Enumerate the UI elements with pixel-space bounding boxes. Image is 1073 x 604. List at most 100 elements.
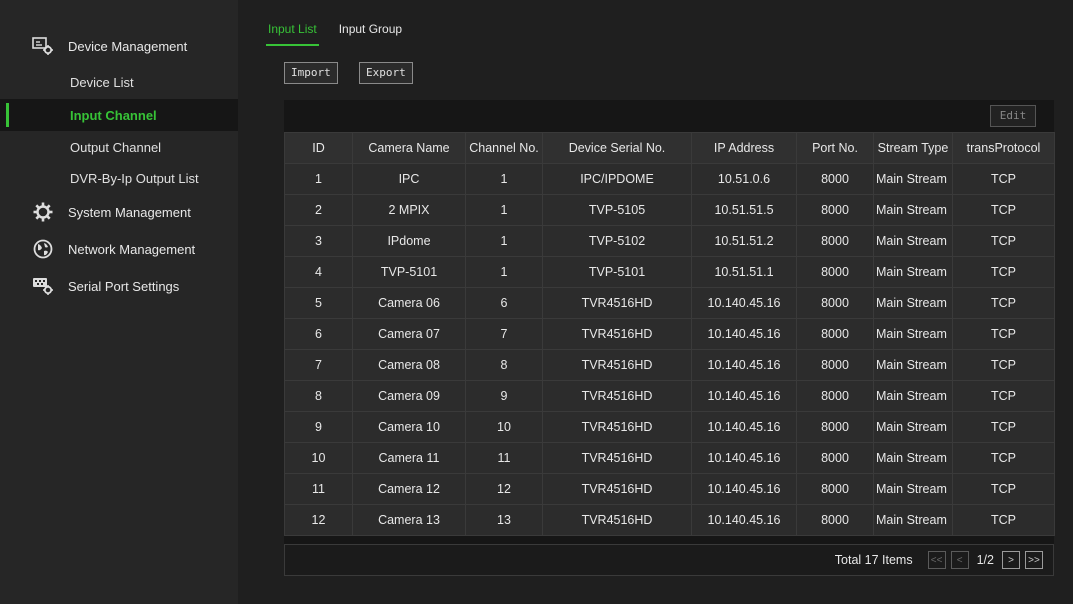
cell-trans-protocol: TCP bbox=[952, 349, 1055, 381]
cell-ip-address: 10.51.51.1 bbox=[691, 256, 797, 288]
cell-device-serial-no: TVR4516HD bbox=[542, 318, 692, 350]
cell-device-serial-no: TVR4516HD bbox=[542, 504, 692, 536]
tab-input-group[interactable]: Input Group bbox=[337, 22, 404, 46]
column-header-ip-address: IP Address bbox=[691, 132, 797, 164]
cell-port-no: 8000 bbox=[796, 318, 874, 350]
cell-channel-no: 1 bbox=[465, 256, 543, 288]
sidebar-group-label: Network Management bbox=[68, 241, 196, 257]
cell-id: 3 bbox=[284, 225, 353, 257]
input-list-panel: Edit ID Camera Name Channel No. Device S… bbox=[284, 100, 1055, 576]
column-header-channel-no: Channel No. bbox=[465, 132, 543, 164]
next-page-button[interactable]: > bbox=[1002, 551, 1020, 569]
table-row[interactable]: 1 IPC 1 IPC/IPDOME 10.51.0.6 8000 Main Stream T… bbox=[284, 163, 1055, 195]
cell-channel-no: 1 bbox=[465, 225, 543, 257]
cell-ip-address: 10.140.45.16 bbox=[691, 380, 797, 412]
cell-stream-type: Main Stream bbox=[873, 318, 953, 350]
table-row[interactable]: 12 Camera 13 13 TVR4516HD 10.140.45.16 8000 Ma… bbox=[284, 504, 1055, 536]
globe-icon bbox=[32, 238, 54, 260]
cell-device-serial-no: TVR4516HD bbox=[542, 380, 692, 412]
table-row[interactable]: 11 Camera 12 12 TVR4516HD 10.140.45.16 8000 Ma… bbox=[284, 473, 1055, 505]
gear-icon bbox=[32, 201, 54, 223]
sidebar-group-serial-port-settings[interactable]: Serial Port Settings bbox=[0, 270, 238, 302]
cell-trans-protocol: TCP bbox=[952, 318, 1055, 350]
edit-button[interactable]: Edit bbox=[990, 105, 1036, 127]
column-header-stream-type: Stream Type bbox=[873, 132, 953, 164]
sidebar-item-input-channel[interactable]: Input Channel bbox=[0, 99, 238, 131]
sidebar-item-output-channel[interactable]: Output Channel bbox=[0, 131, 238, 163]
cell-id: 8 bbox=[284, 380, 353, 412]
table-row[interactable]: 6 Camera 07 7 TVR4516HD 10.140.45.16 8000 Main… bbox=[284, 318, 1055, 350]
cell-ip-address: 10.140.45.16 bbox=[691, 442, 797, 474]
cell-ip-address: 10.51.51.5 bbox=[691, 194, 797, 226]
cell-stream-type: Main Stream bbox=[873, 225, 953, 257]
sidebar-group-system-management[interactable]: System Management bbox=[0, 196, 238, 228]
column-header-port-no: Port No. bbox=[796, 132, 874, 164]
table-row[interactable]: 5 Camera 06 6 TVR4516HD 10.140.45.16 8000 Main… bbox=[284, 287, 1055, 319]
cell-ip-address: 10.51.0.6 bbox=[691, 163, 797, 195]
column-header-camera-name: Camera Name bbox=[352, 132, 466, 164]
sidebar-item-label: Input Channel bbox=[70, 107, 157, 123]
cell-channel-no: 6 bbox=[465, 287, 543, 319]
cell-camera-name: Camera 07 bbox=[352, 318, 466, 350]
cell-trans-protocol: TCP bbox=[952, 411, 1055, 443]
cell-stream-type: Main Stream bbox=[873, 411, 953, 443]
cell-ip-address: 10.140.45.16 bbox=[691, 318, 797, 350]
sidebar-group-device-management[interactable]: Device Management bbox=[0, 30, 238, 62]
tab-input-list[interactable]: Input List bbox=[266, 22, 319, 46]
cell-port-no: 8000 bbox=[796, 442, 874, 474]
cell-channel-no: 1 bbox=[465, 163, 543, 195]
table-row[interactable]: 10 Camera 11 11 TVR4516HD 10.140.45.16 8000 Ma… bbox=[284, 442, 1055, 474]
cell-camera-name: Camera 08 bbox=[352, 349, 466, 381]
cell-camera-name: Camera 12 bbox=[352, 473, 466, 505]
cell-camera-name: TVP-5101 bbox=[352, 256, 466, 288]
table-row[interactable]: 9 Camera 10 10 TVR4516HD 10.140.45.16 8000 Mai… bbox=[284, 411, 1055, 443]
cell-stream-type: Main Stream bbox=[873, 349, 953, 381]
column-header-id: ID bbox=[284, 132, 353, 164]
cell-trans-protocol: TCP bbox=[952, 504, 1055, 536]
cell-id: 1 bbox=[284, 163, 353, 195]
export-button[interactable]: Export bbox=[359, 62, 413, 84]
cell-channel-no: 12 bbox=[465, 473, 543, 505]
cell-port-no: 8000 bbox=[796, 411, 874, 443]
cell-ip-address: 10.140.45.16 bbox=[691, 473, 797, 505]
cell-channel-no: 8 bbox=[465, 349, 543, 381]
cell-stream-type: Main Stream bbox=[873, 287, 953, 319]
cell-stream-type: Main Stream bbox=[873, 442, 953, 474]
cell-camera-name: Camera 09 bbox=[352, 380, 466, 412]
table-row[interactable]: 4 TVP-5101 1 TVP-5101 10.51.51.1 8000 Main Str… bbox=[284, 256, 1055, 288]
cell-device-serial-no: TVR4516HD bbox=[542, 473, 692, 505]
sidebar-item-device-list[interactable]: Device List bbox=[0, 66, 238, 98]
cell-port-no: 8000 bbox=[796, 163, 874, 195]
cell-id: 12 bbox=[284, 504, 353, 536]
cell-port-no: 8000 bbox=[796, 287, 874, 319]
cell-channel-no: 7 bbox=[465, 318, 543, 350]
sidebar-group-network-management[interactable]: Network Management bbox=[0, 233, 238, 265]
table-row[interactable]: 8 Camera 09 9 TVR4516HD 10.140.45.16 8000 Main… bbox=[284, 380, 1055, 412]
table-row[interactable]: 22 MPIX 1 TVP-5105 10.51.51.5 8000 Main Strea… bbox=[284, 194, 1055, 226]
first-page-button[interactable]: << bbox=[927, 551, 946, 569]
main-content: Input List Input Group Import Export Edi… bbox=[238, 0, 1073, 604]
cell-stream-type: Main Stream bbox=[873, 380, 953, 412]
import-button[interactable]: Import bbox=[284, 62, 338, 84]
active-indicator bbox=[6, 103, 9, 127]
sidebar-item-label: DVR-By-Ip Output List bbox=[70, 170, 199, 186]
cell-device-serial-no: TVR4516HD bbox=[542, 349, 692, 381]
table-row[interactable]: 3 IPdome 1 TVP-5102 10.51.51.2 8000 Main Strea… bbox=[284, 225, 1055, 257]
last-page-button[interactable]: >> bbox=[1025, 551, 1043, 569]
cell-ip-address: 10.51.51.2 bbox=[691, 225, 797, 257]
cell-device-serial-no: TVP-5101 bbox=[542, 256, 692, 288]
cell-ip-address: 10.140.45.16 bbox=[691, 349, 797, 381]
cell-ip-address: 10.140.45.16 bbox=[691, 504, 797, 536]
cell-trans-protocol: TCP bbox=[952, 256, 1055, 288]
cell-camera-name: Camera 06 bbox=[352, 287, 466, 319]
table-row[interactable]: 7 Camera 08 8 TVR4516HD 10.140.45.16 8000 Main… bbox=[284, 349, 1055, 381]
cell-id: 7 bbox=[284, 349, 353, 381]
cell-port-no: 8000 bbox=[796, 504, 874, 536]
previous-page-button[interactable]: < bbox=[950, 551, 969, 569]
cell-port-no: 8000 bbox=[796, 225, 874, 257]
cell-stream-type: Main Stream bbox=[873, 473, 953, 505]
sidebar-item-dvr-by-ip-output-list[interactable]: DVR-By-Ip Output List bbox=[0, 162, 238, 194]
sidebar-item-label: Device List bbox=[70, 74, 134, 90]
cell-port-no: 8000 bbox=[796, 473, 874, 505]
cell-camera-name: 2 MPIX bbox=[352, 194, 466, 226]
